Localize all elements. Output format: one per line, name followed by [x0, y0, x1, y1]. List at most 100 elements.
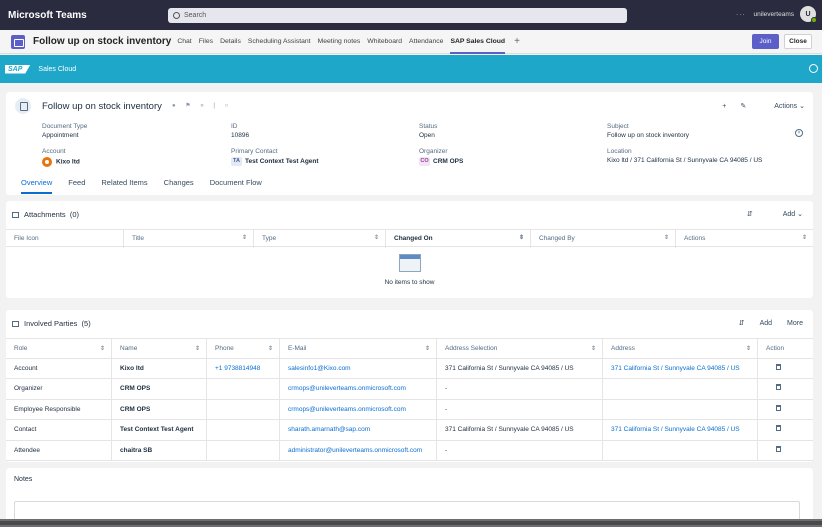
tab-meeting-notes[interactable]: Meeting notes	[318, 30, 361, 54]
sort-icon: ⇕	[194, 346, 200, 352]
cell-email[interactable]: crmops@unileverteams.onmicrosoft.com	[280, 399, 437, 420]
trash-icon[interactable]	[776, 404, 781, 411]
cell-address[interactable]: 371 California St / Sunnyvale CA 94085 /…	[603, 420, 758, 440]
table-row[interactable]: Organizer CRM OPS crmops@unileverteams.onm…	[6, 379, 813, 400]
field-label: Subject	[607, 123, 629, 130]
teams-search-input[interactable]: Search	[168, 8, 627, 23]
tab-sap-sales-cloud[interactable]: SAP Sales Cloud	[450, 30, 505, 54]
tab-details[interactable]: Details	[220, 30, 241, 54]
col-address-label: Address	[611, 345, 635, 352]
col-actions-label: Actions	[684, 235, 706, 242]
cell-email[interactable]: administrator@unileverteams.onmicrosoft.…	[280, 440, 437, 461]
cell-phone[interactable]: +1 9738814948	[207, 358, 280, 379]
add-attachment-button[interactable]: Add ⌄	[768, 210, 803, 218]
field-value: Follow up on stock inventory	[607, 132, 690, 139]
col-changed-on[interactable]: Changed On ⇕	[386, 230, 531, 248]
header-actions: + ✎ Actions ⌄	[708, 102, 805, 111]
cell-address[interactable]: 371 California St / Sunnyvale CA 94085 /…	[603, 358, 758, 379]
col-changed-by[interactable]: Changed By ⇕	[531, 230, 676, 248]
pencil-icon[interactable]: ✎	[740, 102, 746, 110]
teams-app-title: Microsoft Teams	[8, 9, 87, 21]
table-row[interactable]: Account Kixo ltd +1 9738814948 salesinfo1@K…	[6, 358, 813, 379]
col-action[interactable]: Action	[758, 339, 813, 359]
cell-email[interactable]: sharath.amarnath@sap.com	[280, 420, 437, 440]
taskbar-strip	[0, 519, 822, 527]
cell-address-selection: -	[437, 440, 603, 461]
account-icon	[42, 157, 52, 167]
col-address[interactable]: Address ⇕	[603, 339, 758, 359]
trash-icon[interactable]	[776, 445, 781, 452]
tab-document-flow[interactable]: Document Flow	[210, 178, 262, 194]
more-button[interactable]: More	[787, 320, 803, 327]
actions-menu-button[interactable]: Actions ⌄	[760, 102, 805, 110]
empty-state-icon	[399, 254, 421, 272]
col-phone-label: Phone	[215, 345, 234, 352]
cell-name: chaitra SB	[112, 440, 207, 461]
trash-icon[interactable]	[776, 384, 781, 390]
table-row[interactable]: Contact Test Context Test Agent sharath.am…	[6, 420, 813, 441]
tab-changes[interactable]: Changes	[164, 178, 194, 194]
trash-icon[interactable]	[776, 363, 781, 370]
cell-address-selection: -	[437, 399, 603, 420]
col-type[interactable]: Type ⇕	[254, 230, 386, 248]
table-row[interactable]: Attendee chaitra SB administrator@unilever…	[6, 440, 813, 461]
field-value: Appointment	[42, 132, 79, 139]
cell-email[interactable]: salesinfo1@Kixo.com	[280, 358, 437, 379]
organizer-link[interactable]: CO CRM OPS	[419, 157, 463, 166]
field-label: Organizer	[419, 148, 448, 155]
col-actions[interactable]: Actions ⇕	[676, 230, 813, 248]
attachments-actions: ⇵ Add ⌄	[732, 210, 803, 218]
plus-icon[interactable]: +	[722, 103, 726, 110]
col-title-label: Title	[132, 235, 145, 242]
more-options-icon[interactable]: ···	[736, 11, 746, 18]
parties-actions: ⇵ Add More	[724, 319, 803, 328]
cell-name: Kixo ltd	[112, 358, 207, 379]
col-role[interactable]: Role ⇕	[6, 339, 112, 359]
col-email[interactable]: E-Mail ⇕	[280, 339, 437, 359]
account-link[interactable]: Kixo ltd	[42, 157, 80, 167]
user-icon[interactable]	[809, 64, 818, 73]
field-label: Location	[607, 148, 632, 155]
cell-action	[758, 400, 813, 420]
col-phone[interactable]: Phone ⇕	[207, 339, 280, 359]
close-button[interactable]: Close	[784, 34, 812, 49]
field-document-type: Document Type Appointment	[42, 123, 87, 139]
cell-email[interactable]: crmops@unileverteams.onmicrosoft.com	[280, 379, 437, 399]
col-title[interactable]: Title ⇕	[124, 230, 254, 248]
add-tab-icon[interactable]: +	[514, 36, 520, 47]
tab-overview[interactable]: Overview	[21, 178, 53, 194]
parties-title: Involved Parties (5)	[12, 319, 91, 328]
table-row[interactable]: Employee Responsible CRM OPS crmops@unilev…	[6, 399, 813, 420]
col-name-label: Name	[120, 345, 138, 352]
sort-icon: ⇕	[801, 235, 807, 241]
sort-icon[interactable]: ⇵	[747, 210, 753, 218]
sap-logo[interactable]: SAP	[5, 64, 31, 74]
join-button[interactable]: Join	[752, 34, 779, 49]
add-party-button[interactable]: Add	[760, 320, 772, 327]
trash-icon[interactable]	[776, 425, 781, 431]
avatar-initial: U	[805, 10, 811, 18]
sort-icon: ⇕	[518, 235, 524, 241]
primary-contact-link[interactable]: TA Test Context Test Agent	[231, 157, 319, 166]
field-label: ID	[231, 123, 238, 130]
col-name[interactable]: Name ⇕	[112, 339, 207, 359]
tab-related-items[interactable]: Related Items	[101, 178, 147, 194]
tab-whiteboard[interactable]: Whiteboard	[367, 30, 402, 54]
avatar[interactable]: U	[800, 6, 817, 23]
tab-files[interactable]: Files	[199, 30, 213, 54]
account-name: Kixo ltd	[56, 158, 80, 166]
presence-icon	[811, 17, 817, 23]
cell-role: Organizer	[6, 379, 112, 399]
close-icon[interactable]: ×	[795, 129, 803, 137]
field-value: 10896	[231, 132, 250, 139]
tab-attendance[interactable]: Attendance	[409, 30, 443, 54]
tab-scheduling-assistant[interactable]: Scheduling Assistant	[248, 30, 311, 54]
contact-name: Test Context Test Agent	[245, 158, 319, 166]
tab-chat[interactable]: Chat	[177, 30, 191, 54]
tab-feed[interactable]: Feed	[68, 178, 85, 194]
sap-app-title: Sales Cloud	[38, 65, 77, 73]
sort-icon[interactable]: ⇵	[739, 319, 745, 327]
col-address-selection[interactable]: Address Selection ⇕	[437, 339, 603, 359]
col-file-icon[interactable]: File Icon	[6, 230, 124, 248]
parties-icon	[12, 320, 19, 327]
